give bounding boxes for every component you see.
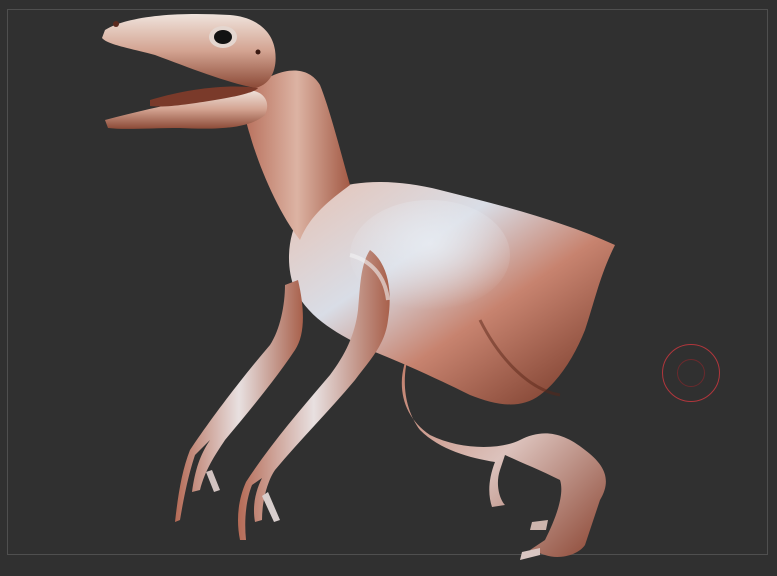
raptor-model[interactable] [0,0,777,576]
sculpt-viewport[interactable] [0,0,777,576]
eye-icon [214,30,232,44]
arm-left [175,280,303,522]
brush-cursor-inner [677,359,705,387]
head [102,13,276,129]
brush-cursor-icon [662,344,720,402]
